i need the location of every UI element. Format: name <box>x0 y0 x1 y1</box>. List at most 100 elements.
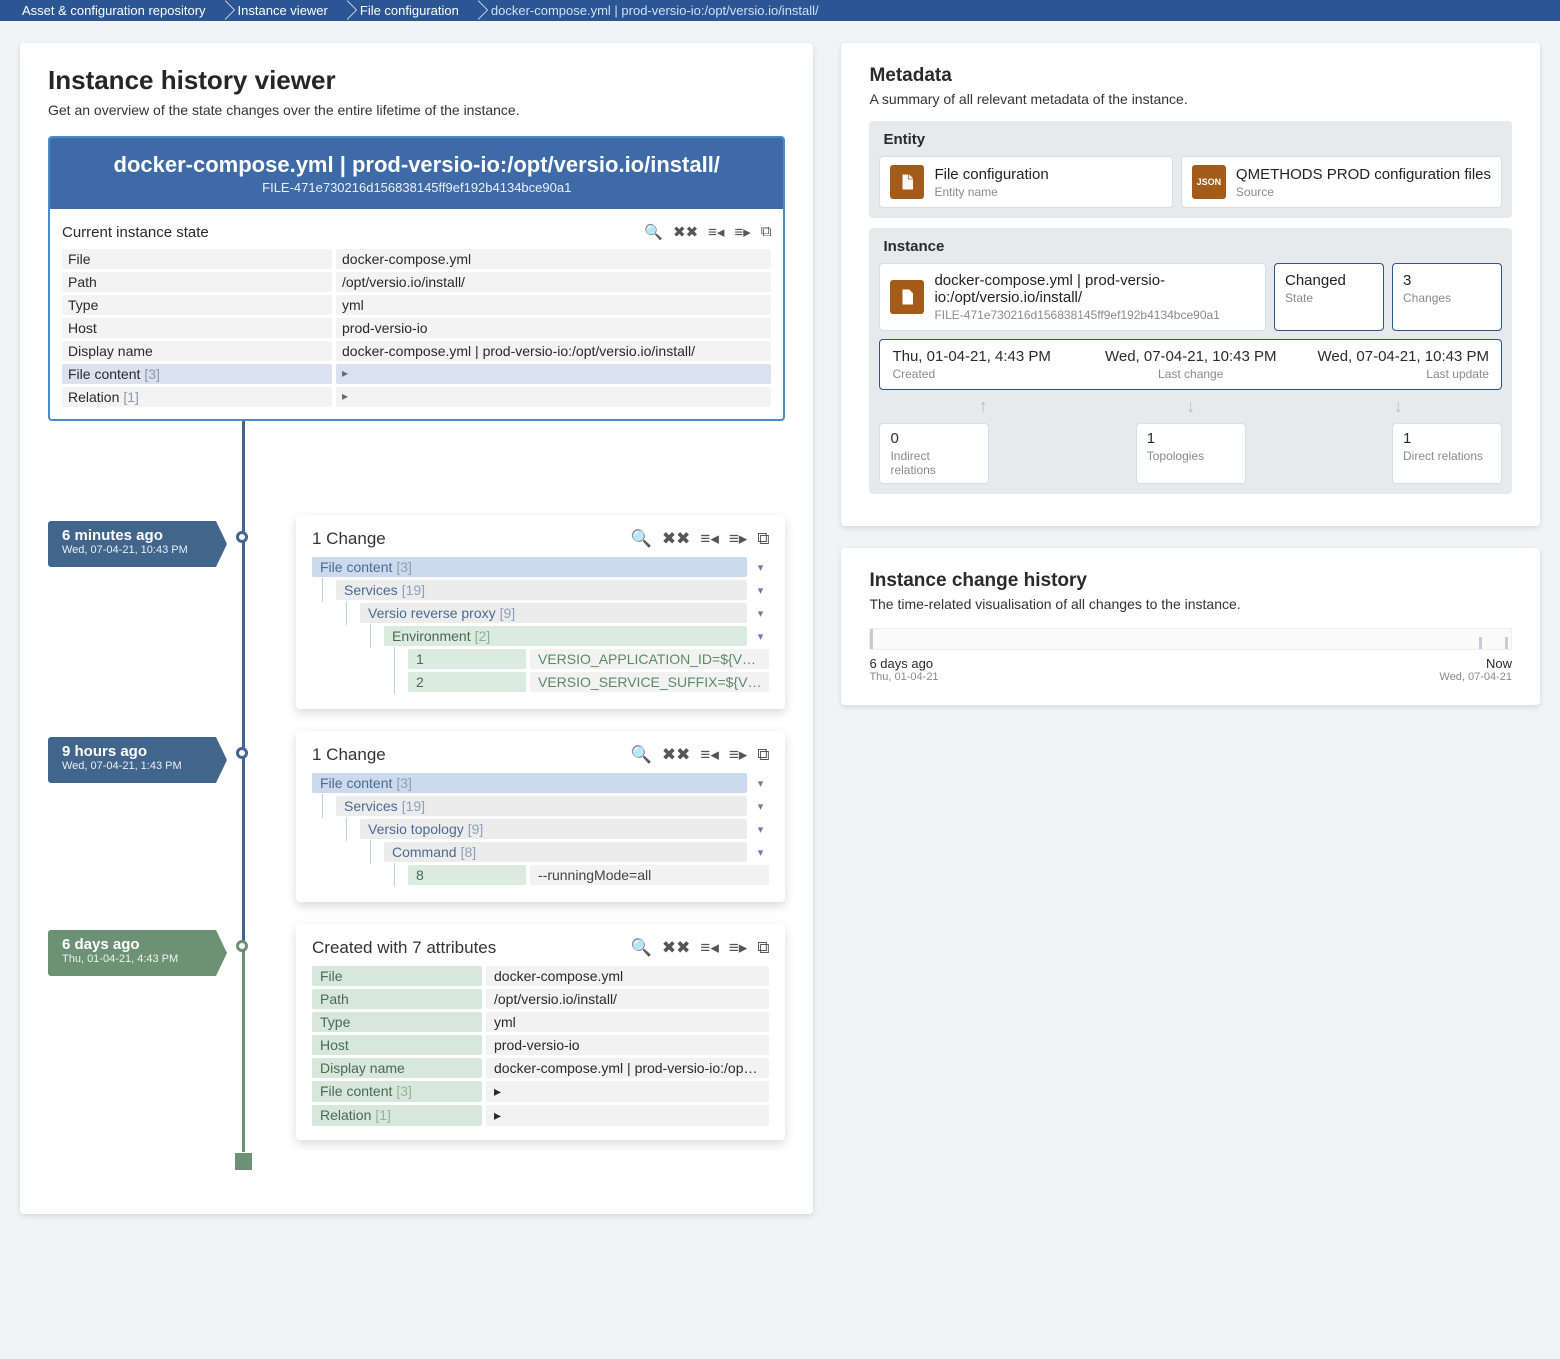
shuffle-icon[interactable]: ✖✖ <box>662 529 691 549</box>
kv-val: --runningMode=all <box>530 865 769 885</box>
history-chart[interactable] <box>869 628 1512 650</box>
indent-left-icon[interactable]: ≡◂ <box>700 529 718 549</box>
entity-item[interactable]: JSON QMETHODS PROD configuration filesSo… <box>1181 156 1502 208</box>
tree-node[interactable]: Environment[2] <box>384 626 747 646</box>
expand-key[interactable]: Relation[1] <box>62 387 332 407</box>
crumb-current: docker-compose.yml | prod-versio-io:/opt… <box>477 0 837 21</box>
search-icon[interactable]: 🔍 <box>644 223 663 241</box>
indent-right-icon[interactable]: ≡▸ <box>729 938 747 958</box>
shuffle-icon[interactable]: ✖✖ <box>673 223 698 241</box>
instance-id: FILE-471e730216d156838145ff9ef192b4134bc… <box>68 180 765 195</box>
instance-dates: Thu, 01-04-21, 4:43 PMCreated Wed, 07-04… <box>879 339 1502 390</box>
current-state-title: Current instance state <box>62 224 209 241</box>
created-title: Created with 7 attributes <box>312 938 496 958</box>
indent-left-icon[interactable]: ≡◂ <box>700 745 718 765</box>
tree-node[interactable]: Services[19] <box>336 796 747 816</box>
instance-title: docker-compose.yml | prod-versio-io:/opt… <box>68 152 765 178</box>
date-last-change: Wed, 07-04-21, 10:43 PM <box>1099 348 1282 365</box>
copy-icon[interactable]: ⧉ <box>757 529 769 549</box>
time-tag: 9 hours ago Wed, 07-04-21, 1:43 PM <box>48 737 216 783</box>
kv-key: 1 <box>408 649 526 669</box>
indent-left-icon[interactable]: ≡◂ <box>700 938 718 958</box>
chevron-down-icon[interactable] <box>751 603 769 623</box>
tree-node[interactable]: Services[19] <box>336 580 747 600</box>
row-key: Host <box>62 318 332 338</box>
time-tag-created: 6 days ago Thu, 01-04-21, 4:43 PM <box>48 930 216 976</box>
timeline-dot-created <box>236 940 248 952</box>
arrow-down-icon: ↓ <box>1186 396 1195 417</box>
expand-caret-icon[interactable] <box>486 1105 769 1126</box>
arrow-down-icon: ↓ <box>1394 396 1403 417</box>
rel-topologies[interactable]: 1Topologies <box>1136 423 1246 484</box>
timeline-dot <box>236 747 248 759</box>
breadcrumb: Asset & configuration repository Instanc… <box>0 0 1560 21</box>
crumb-file-config[interactable]: File configuration <box>346 0 477 21</box>
rel-direct[interactable]: 1Direct relations <box>1392 423 1502 484</box>
row-key: Display name <box>62 341 332 361</box>
row-val: docker-compose.yml | prod-versio-io:/opt… <box>336 341 771 361</box>
search-icon[interactable]: 🔍 <box>631 938 652 958</box>
tree-node[interactable]: File content[3] <box>312 773 747 793</box>
crow-val: prod-versio-io <box>486 1035 769 1055</box>
tree-node[interactable]: Versio reverse proxy[9] <box>360 603 747 623</box>
copy-icon[interactable]: ⧉ <box>757 745 769 765</box>
copy-icon[interactable]: ⧉ <box>761 223 772 241</box>
kv-key: 8 <box>408 865 526 885</box>
shuffle-icon[interactable]: ✖✖ <box>662 938 691 958</box>
row-val: yml <box>336 295 771 315</box>
crumb-asset-repo[interactable]: Asset & configuration repository <box>8 0 224 21</box>
kv-val: VERSIO_SERVICE_SUFFIX=${V… <box>530 672 769 692</box>
change-card: 1 Change 🔍 ✖✖ ≡◂ ≡▸ ⧉ File content[3] <box>296 515 785 709</box>
indent-left-icon[interactable]: ≡◂ <box>708 223 724 241</box>
chevron-down-icon[interactable] <box>751 819 769 839</box>
rel-indirect[interactable]: 0Indirect relations <box>879 423 989 484</box>
chevron-down-icon[interactable] <box>751 557 769 577</box>
file-icon <box>890 280 924 314</box>
tree-node[interactable]: Command[8] <box>384 842 747 862</box>
timeline-endcap <box>235 1153 252 1170</box>
json-source-icon: JSON <box>1192 165 1226 199</box>
expand-caret-icon[interactable] <box>336 387 771 407</box>
crumb-instance-viewer[interactable]: Instance viewer <box>224 0 346 21</box>
indent-right-icon[interactable]: ≡▸ <box>734 223 750 241</box>
relation-arrows: ↑ ↓ ↓ <box>879 396 1502 417</box>
chevron-down-icon[interactable] <box>751 580 769 600</box>
instance-section-title: Instance <box>883 238 1502 255</box>
crow-key[interactable]: Relation[1] <box>312 1105 482 1126</box>
expand-caret-icon[interactable] <box>486 1081 769 1102</box>
metadata-card: Metadata A summary of all relevant metad… <box>841 43 1540 526</box>
copy-icon[interactable]: ⧉ <box>757 938 769 958</box>
change-title: 1 Change <box>312 745 386 765</box>
search-icon[interactable]: 🔍 <box>631 529 652 549</box>
chevron-down-icon[interactable] <box>751 773 769 793</box>
tree-node[interactable]: Versio topology[9] <box>360 819 747 839</box>
chevron-down-icon[interactable] <box>751 626 769 646</box>
row-key: File <box>62 249 332 269</box>
timeline-dot <box>236 531 248 543</box>
instance-changes[interactable]: 3Changes <box>1392 263 1502 331</box>
instance-header: docker-compose.yml | prod-versio-io:/opt… <box>48 136 785 421</box>
indent-right-icon[interactable]: ≡▸ <box>729 529 747 549</box>
search-icon[interactable]: 🔍 <box>631 745 652 765</box>
crow-key: Display name <box>312 1058 482 1078</box>
kv-key: 2 <box>408 672 526 692</box>
history-chart-card: Instance change history The time-related… <box>841 548 1540 705</box>
kv-val: VERSIO_APPLICATION_ID=${V… <box>530 649 769 669</box>
instance-state[interactable]: ChangedState <box>1274 263 1384 331</box>
change-title: 1 Change <box>312 529 386 549</box>
chevron-down-icon[interactable] <box>751 842 769 862</box>
entity-item[interactable]: File configurationEntity name <box>879 156 1172 208</box>
instance-main[interactable]: docker-compose.yml | prod-versio-io:/opt… <box>879 263 1266 331</box>
indent-right-icon[interactable]: ≡▸ <box>729 745 747 765</box>
chart-right-label: NowWed, 07-04-21 <box>1439 656 1512 683</box>
chevron-down-icon[interactable] <box>751 796 769 816</box>
crow-key[interactable]: File content[3] <box>312 1081 482 1102</box>
tree-node[interactable]: File content[3] <box>312 557 747 577</box>
shuffle-icon[interactable]: ✖✖ <box>662 745 691 765</box>
row-key: Path <box>62 272 332 292</box>
history-title: Instance change history <box>869 570 1512 592</box>
file-config-icon <box>890 165 924 199</box>
row-val: /opt/versio.io/install/ <box>336 272 771 292</box>
expand-key[interactable]: File content[3] <box>62 364 332 384</box>
expand-caret-icon[interactable] <box>336 364 771 384</box>
